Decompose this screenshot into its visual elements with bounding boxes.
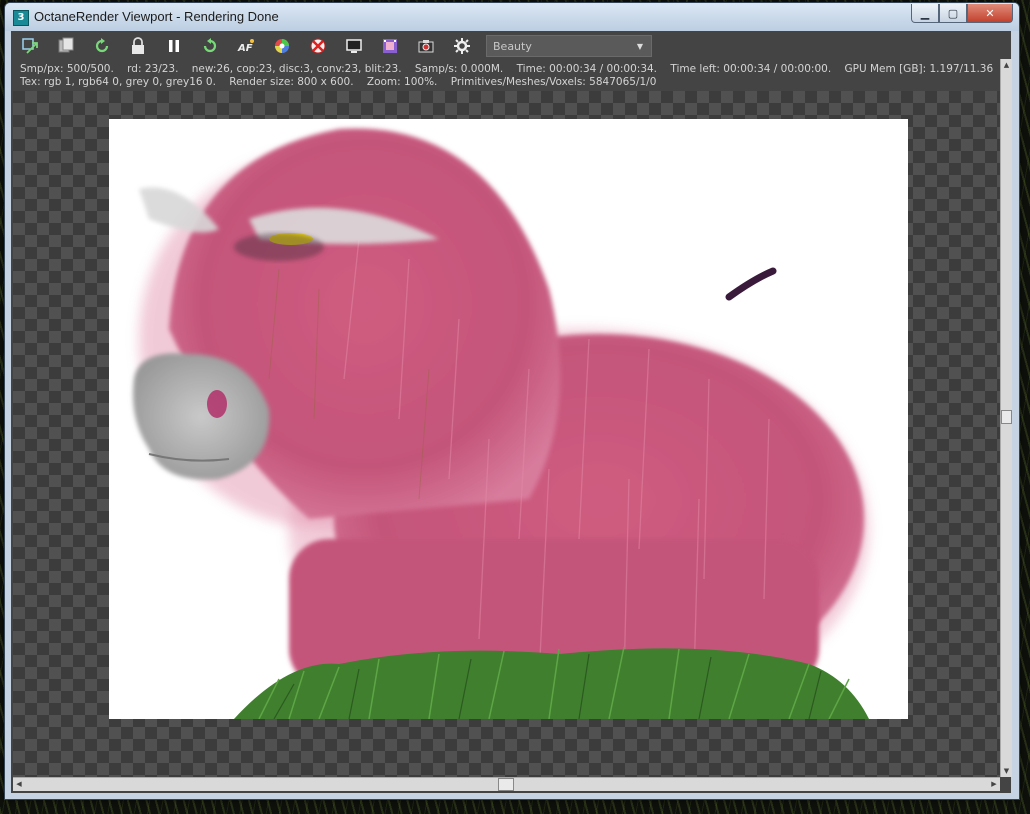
region-icon[interactable] xyxy=(307,35,329,57)
send-to-scene-icon[interactable] xyxy=(19,35,41,57)
title-bar[interactable]: 3 OctaneRender Viewport - Rendering Done… xyxy=(5,3,1019,31)
vertical-scrollbar[interactable]: ▲ ▼ xyxy=(1000,59,1012,777)
camera-icon[interactable] xyxy=(415,35,437,57)
af-icon[interactable]: AF xyxy=(235,35,257,57)
scroll-left-arrow-icon[interactable]: ◀ xyxy=(13,778,25,791)
toolbar: AF Beauty ▼ xyxy=(11,31,1011,61)
scroll-down-arrow-icon[interactable]: ▼ xyxy=(1001,765,1012,777)
render-viewport[interactable] xyxy=(13,91,1000,777)
svg-text:AF: AF xyxy=(237,43,253,54)
display-icon[interactable] xyxy=(343,35,365,57)
stats-line-2: Tex: rgb 1, rgb64 0, grey 0, grey16 0. R… xyxy=(20,76,657,88)
rendered-image xyxy=(109,119,908,719)
minimize-button[interactable]: ▁ xyxy=(911,4,939,23)
close-button[interactable]: ✕ xyxy=(967,4,1013,23)
viewport-client-area: AF Beauty ▼ Smp/px: 500/500. rd: 23/23. … xyxy=(11,31,1012,793)
render-statistics: Smp/px: 500/500. rd: 23/23. new:26, cop:… xyxy=(20,63,993,89)
scroll-up-arrow-icon[interactable]: ▲ xyxy=(1001,59,1012,71)
render-pass-dropdown[interactable]: Beauty ▼ xyxy=(486,35,652,57)
render-pass-selected: Beauty xyxy=(493,40,532,53)
lock-icon[interactable] xyxy=(127,35,149,57)
settings-icon[interactable] xyxy=(451,35,473,57)
horizontal-scroll-thumb[interactable] xyxy=(498,778,514,791)
octane-viewport-window: 3 OctaneRender Viewport - Rendering Done… xyxy=(4,2,1020,800)
restart-icon[interactable] xyxy=(199,35,221,57)
window-controls: ▁ ▢ ✕ xyxy=(911,4,1013,23)
chevron-down-icon: ▼ xyxy=(636,42,643,51)
copy-icon[interactable] xyxy=(55,35,77,57)
refresh-icon[interactable] xyxy=(91,35,113,57)
scroll-right-arrow-icon[interactable]: ▶ xyxy=(988,778,1000,791)
app-icon[interactable]: 3 xyxy=(13,10,29,26)
pause-icon[interactable] xyxy=(163,35,185,57)
film-icon[interactable] xyxy=(379,35,401,57)
vertical-scroll-thumb[interactable] xyxy=(1001,410,1012,424)
window-title: OctaneRender Viewport - Rendering Done xyxy=(34,9,279,24)
horizontal-scrollbar[interactable]: ◀ ▶ xyxy=(13,777,1000,791)
stats-line-1: Smp/px: 500/500. rd: 23/23. new:26, cop:… xyxy=(20,63,994,75)
maximize-button[interactable]: ▢ xyxy=(939,4,967,23)
color-wheel-icon[interactable] xyxy=(271,35,293,57)
